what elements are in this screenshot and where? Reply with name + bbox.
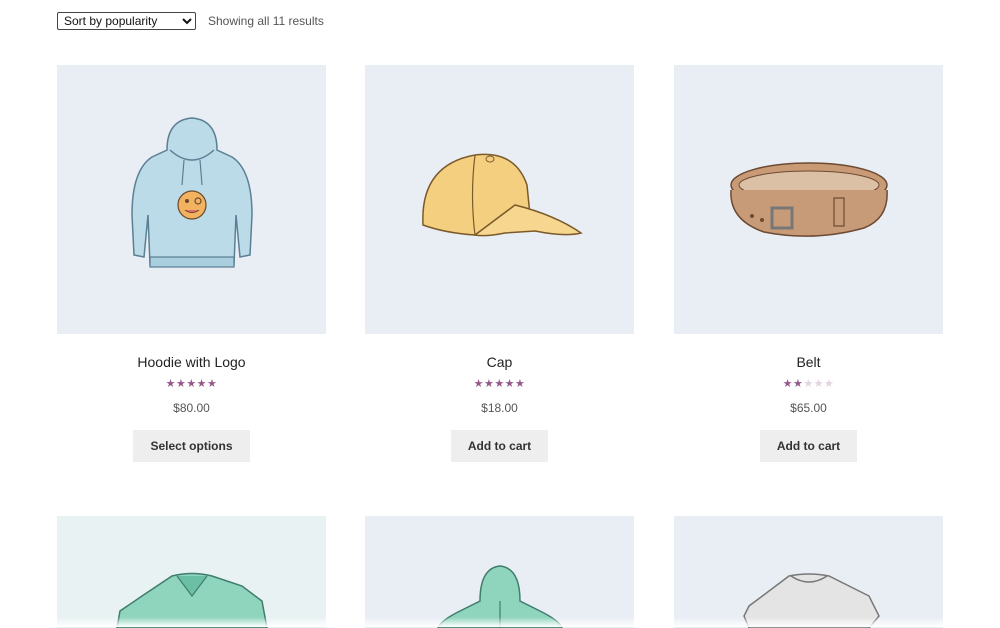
product-price: $65.00 bbox=[790, 401, 827, 415]
product-title[interactable]: Belt bbox=[674, 354, 943, 371]
product-price: $80.00 bbox=[173, 401, 210, 415]
sort-select[interactable]: Sort by popularity bbox=[57, 12, 196, 30]
star-rating: ★★★★★ bbox=[165, 377, 218, 390]
product-card bbox=[674, 516, 943, 628]
product-title[interactable]: Hoodie with Logo bbox=[57, 354, 326, 371]
scroll-fade bbox=[0, 617, 1000, 627]
cap-image[interactable] bbox=[365, 65, 634, 334]
product-title[interactable]: Cap bbox=[365, 354, 634, 371]
star-rating: ★★★★★ bbox=[473, 377, 526, 390]
hoodie-with-logo-image[interactable] bbox=[57, 65, 326, 334]
hoodie-with-zipper-image[interactable] bbox=[365, 516, 634, 628]
add-to-cart-button[interactable]: Add to cart bbox=[450, 430, 549, 462]
product-card: Belt ★★★★★ $65.00 Add to cart bbox=[674, 65, 943, 462]
product-price: $18.00 bbox=[481, 401, 518, 415]
product-card bbox=[57, 516, 326, 628]
tshirt-image[interactable] bbox=[674, 516, 943, 628]
product-card bbox=[365, 516, 634, 628]
star-rating: ★★★★★ bbox=[782, 377, 835, 390]
belt-image[interactable] bbox=[674, 65, 943, 334]
select-options-button[interactable]: Select options bbox=[133, 430, 250, 462]
add-to-cart-button[interactable]: Add to cart bbox=[759, 430, 858, 462]
result-count: Showing all 11 results bbox=[208, 14, 324, 28]
shop-toolbar: Sort by popularity Showing all 11 result… bbox=[57, 12, 324, 30]
product-card: Hoodie with Logo ★★★★★ $80.00 Select opt… bbox=[57, 65, 326, 462]
vneck-tshirt-image[interactable] bbox=[57, 516, 326, 628]
product-card: Cap ★★★★★ $18.00 Add to cart bbox=[365, 65, 634, 462]
